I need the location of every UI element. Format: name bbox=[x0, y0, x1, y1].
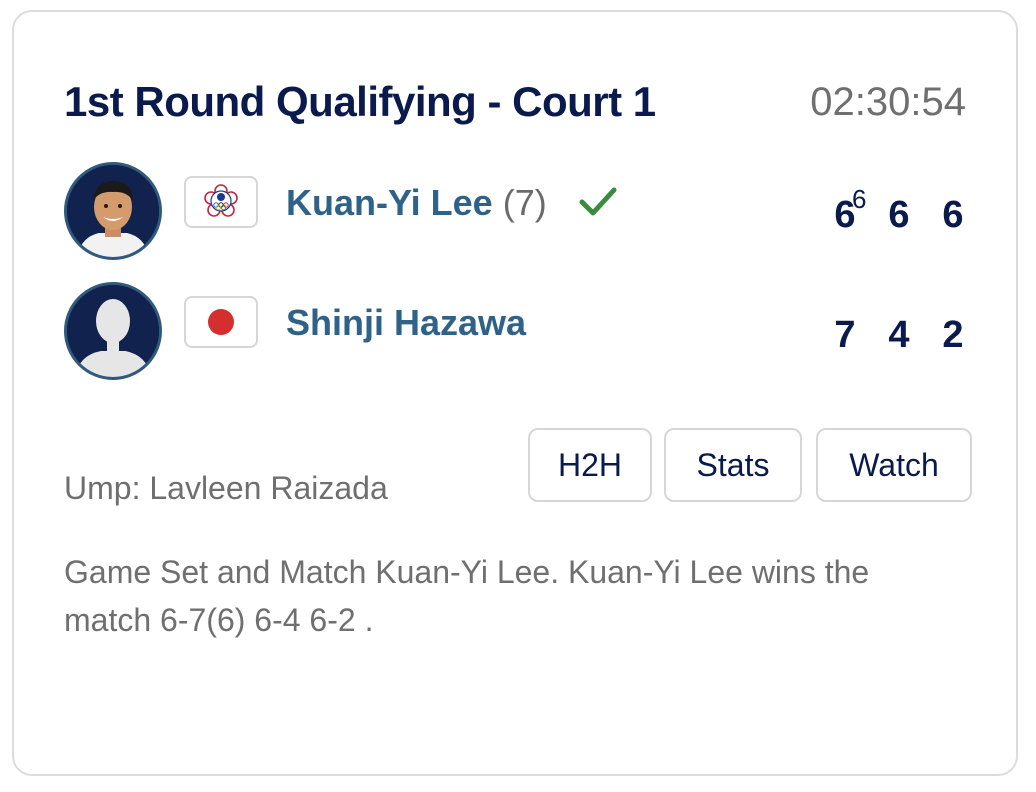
player-2-name[interactable]: Shinji Hazawa bbox=[286, 302, 526, 344]
match-title: 1st Round Qualifying - Court 1 bbox=[64, 78, 656, 125]
player-2-set-1-score: 7 bbox=[834, 314, 856, 356]
player-2-set-2-score: 4 bbox=[888, 314, 910, 356]
player-1-name[interactable]: Kuan-Yi Lee (7) bbox=[286, 182, 547, 224]
player-1-scores: 6 6 6 6 bbox=[810, 180, 970, 240]
player-1-set-1-score: 6 6 bbox=[830, 184, 866, 237]
watch-button[interactable]: Watch bbox=[816, 428, 972, 502]
player-row-2: Shinji Hazawa 7 4 2 bbox=[64, 282, 970, 380]
umpire-label: Ump: Lavleen Raizada bbox=[64, 470, 388, 506]
match-summary: Game Set and Match Kuan-Yi Lee. Kuan-Yi … bbox=[64, 554, 870, 638]
chinese-taipei-olympic-flag-icon bbox=[184, 176, 258, 228]
player-row-1: Kuan-Yi Lee (7) 6 6 6 6 bbox=[64, 162, 970, 260]
japan-flag-icon bbox=[184, 296, 258, 348]
player-1-set-3-score: 6 bbox=[942, 194, 964, 236]
tiebreak-score: 6 bbox=[852, 184, 867, 214]
player-1-avatar[interactable] bbox=[64, 162, 162, 260]
player-1-set-2-score: 6 bbox=[888, 194, 910, 236]
winner-check-icon bbox=[579, 187, 617, 216]
h2h-button[interactable]: H2H bbox=[528, 428, 652, 502]
player-1-seed: (7) bbox=[502, 182, 547, 223]
player-2-scores: 7 4 2 bbox=[810, 300, 970, 360]
player-2-set-3-score: 2 bbox=[942, 314, 964, 356]
match-duration: 02:30:54 bbox=[810, 80, 966, 124]
stats-button[interactable]: Stats bbox=[664, 428, 802, 502]
player-2-avatar-placeholder[interactable] bbox=[64, 282, 162, 380]
player-1-name-text[interactable]: Kuan-Yi Lee bbox=[286, 182, 493, 223]
match-card: 1st Round Qualifying - Court 1 02:30:54 bbox=[12, 10, 1018, 776]
